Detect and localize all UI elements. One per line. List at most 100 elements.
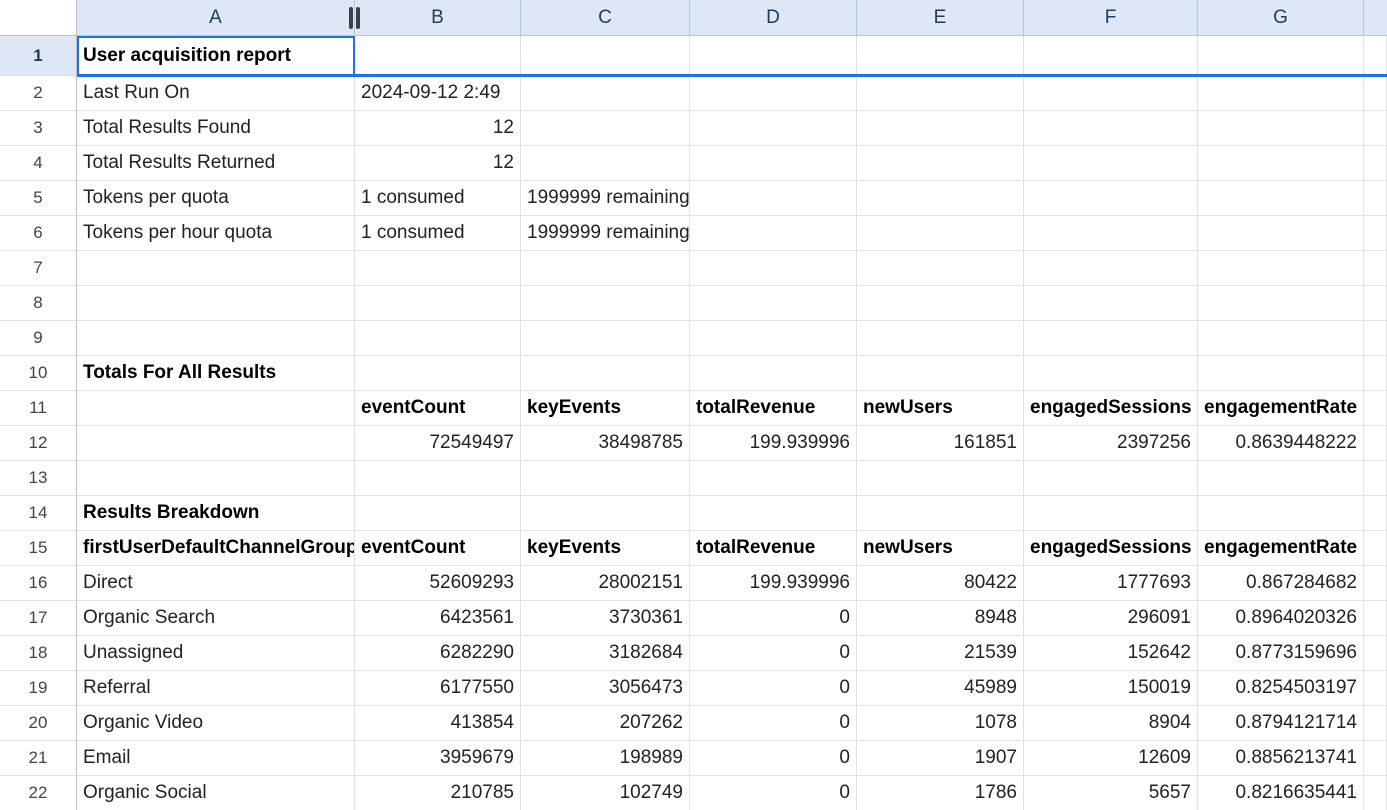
cell[interactable]: 207262	[521, 706, 690, 741]
cell[interactable]: 3182684	[521, 636, 690, 671]
cell[interactable]: 0	[690, 776, 857, 810]
cell[interactable]	[1024, 76, 1198, 111]
cell[interactable]	[355, 36, 521, 76]
row-header[interactable]: 13	[0, 461, 77, 496]
cell[interactable]	[1024, 321, 1198, 356]
cell[interactable]	[1364, 356, 1387, 391]
cell[interactable]	[857, 146, 1024, 181]
cell[interactable]: 199.939996	[690, 426, 857, 461]
cell[interactable]	[1024, 146, 1198, 181]
cell[interactable]	[857, 76, 1024, 111]
cell[interactable]: Tokens per hour quota	[77, 216, 355, 251]
cell[interactable]: 2024-09-12 2:49	[355, 76, 521, 111]
cell[interactable]: 1 consumed	[355, 216, 521, 251]
row-header[interactable]: 15	[0, 531, 77, 566]
cell[interactable]	[1198, 76, 1364, 111]
cell[interactable]	[521, 76, 690, 111]
cell[interactable]: 102749	[521, 776, 690, 810]
cell[interactable]	[521, 321, 690, 356]
cell[interactable]	[521, 251, 690, 286]
cell[interactable]	[1024, 286, 1198, 321]
cell[interactable]: 12	[355, 111, 521, 146]
cell[interactable]	[1364, 181, 1387, 216]
cell[interactable]: 3959679	[355, 741, 521, 776]
cell[interactable]: 6282290	[355, 636, 521, 671]
cell[interactable]	[521, 496, 690, 531]
cell[interactable]	[1024, 111, 1198, 146]
cell[interactable]	[857, 36, 1024, 76]
cell[interactable]	[1024, 251, 1198, 286]
cell[interactable]	[1364, 111, 1387, 146]
cell[interactable]: engagementRate	[1198, 391, 1364, 426]
row-header[interactable]: 16	[0, 566, 77, 601]
cell[interactable]: newUsers	[857, 391, 1024, 426]
cell[interactable]	[1024, 461, 1198, 496]
cell[interactable]	[1024, 496, 1198, 531]
cell[interactable]	[1364, 426, 1387, 461]
cell[interactable]: 0.8639448222	[1198, 426, 1364, 461]
cell[interactable]	[690, 321, 857, 356]
cell[interactable]: 198989	[521, 741, 690, 776]
cell[interactable]	[857, 251, 1024, 286]
cell[interactable]	[1364, 776, 1387, 810]
cell[interactable]: 0.8794121714	[1198, 706, 1364, 741]
column-header-next[interactable]	[1364, 0, 1387, 35]
cell[interactable]	[1364, 391, 1387, 426]
cell[interactable]: 150019	[1024, 671, 1198, 706]
cell[interactable]	[1364, 286, 1387, 321]
cell[interactable]	[77, 461, 355, 496]
row-header[interactable]: 4	[0, 146, 77, 181]
row-header[interactable]: 9	[0, 321, 77, 356]
cell[interactable]: 413854	[355, 706, 521, 741]
column-header-D[interactable]: D	[690, 0, 857, 35]
cell[interactable]	[1198, 146, 1364, 181]
cell[interactable]: 0.8964020326	[1198, 601, 1364, 636]
row-header[interactable]: 21	[0, 741, 77, 776]
cell[interactable]	[77, 251, 355, 286]
column-header-F[interactable]: F	[1024, 0, 1198, 35]
cell[interactable]	[690, 496, 857, 531]
cell[interactable]: newUsers	[857, 531, 1024, 566]
cell[interactable]: firstUserDefaultChannelGroup	[77, 531, 355, 566]
cell[interactable]	[1364, 36, 1387, 76]
row-header[interactable]: 17	[0, 601, 77, 636]
cell[interactable]: 38498785	[521, 426, 690, 461]
row-header[interactable]: 18	[0, 636, 77, 671]
cell[interactable]	[1024, 181, 1198, 216]
cell[interactable]	[690, 146, 857, 181]
cell[interactable]: 52609293	[355, 566, 521, 601]
cell[interactable]: 21539	[857, 636, 1024, 671]
cell[interactable]	[1364, 636, 1387, 671]
cell[interactable]	[1364, 566, 1387, 601]
cell[interactable]: 6423561	[355, 601, 521, 636]
cell[interactable]	[857, 496, 1024, 531]
cell[interactable]: Organic Search	[77, 601, 355, 636]
cell[interactable]	[1364, 76, 1387, 111]
cell[interactable]	[857, 181, 1024, 216]
row-header[interactable]: 5	[0, 181, 77, 216]
row-header[interactable]: 14	[0, 496, 77, 531]
cell[interactable]: 0.8254503197	[1198, 671, 1364, 706]
cell[interactable]: 3056473	[521, 671, 690, 706]
cell[interactable]: 152642	[1024, 636, 1198, 671]
cell[interactable]	[1024, 36, 1198, 76]
cell[interactable]: 12	[355, 146, 521, 181]
cell[interactable]: Unassigned	[77, 636, 355, 671]
cell[interactable]: Referral	[77, 671, 355, 706]
cell[interactable]: Total Results Found	[77, 111, 355, 146]
cell[interactable]	[355, 461, 521, 496]
cell[interactable]: 1999999 remaining	[521, 181, 690, 216]
cell[interactable]	[690, 216, 857, 251]
cell[interactable]	[1198, 321, 1364, 356]
cell[interactable]	[77, 426, 355, 461]
select-all-corner[interactable]	[0, 0, 77, 36]
cell[interactable]	[1024, 356, 1198, 391]
row-header[interactable]: 3	[0, 111, 77, 146]
row-header[interactable]: 1	[0, 36, 77, 76]
cell[interactable]	[690, 251, 857, 286]
cell[interactable]: keyEvents	[521, 531, 690, 566]
row-header[interactable]: 6	[0, 216, 77, 251]
cell[interactable]	[77, 321, 355, 356]
cell[interactable]	[355, 356, 521, 391]
column-header-B[interactable]: B	[355, 0, 521, 35]
